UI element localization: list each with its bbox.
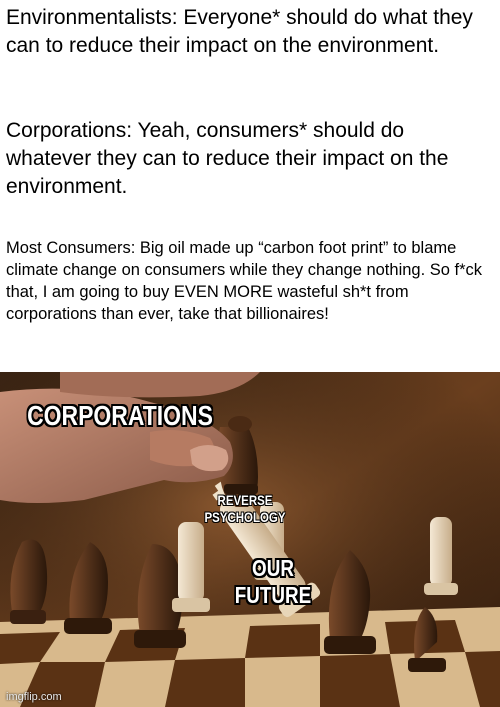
corporations-text: Corporations: Yeah, consumers* should do… bbox=[6, 119, 449, 198]
reverse-psychology-line2: PSYCHOLOGY bbox=[204, 509, 286, 525]
our-future-caption: OUR FUTURE bbox=[228, 555, 318, 609]
corporations-caption: CORPORATIONS bbox=[27, 400, 213, 431]
environmentalists-text: Environmentalists: Everyone* should do w… bbox=[6, 6, 473, 57]
our-future-line1: OUR bbox=[252, 555, 294, 581]
reverse-psychology-line1: REVERSE bbox=[217, 492, 273, 508]
imgflip-watermark: imgflip.com bbox=[6, 691, 62, 703]
reverse-psychology-caption: REVERSE PSYCHOLOGY bbox=[200, 492, 290, 526]
our-future-line2: FUTURE bbox=[234, 582, 312, 608]
consumers-text: Most Consumers: Big oil made up “carbon … bbox=[6, 239, 483, 323]
chess-photo: CORPORATIONS REVERSE PSYCHOLOGY OUR FUTU… bbox=[0, 372, 500, 707]
